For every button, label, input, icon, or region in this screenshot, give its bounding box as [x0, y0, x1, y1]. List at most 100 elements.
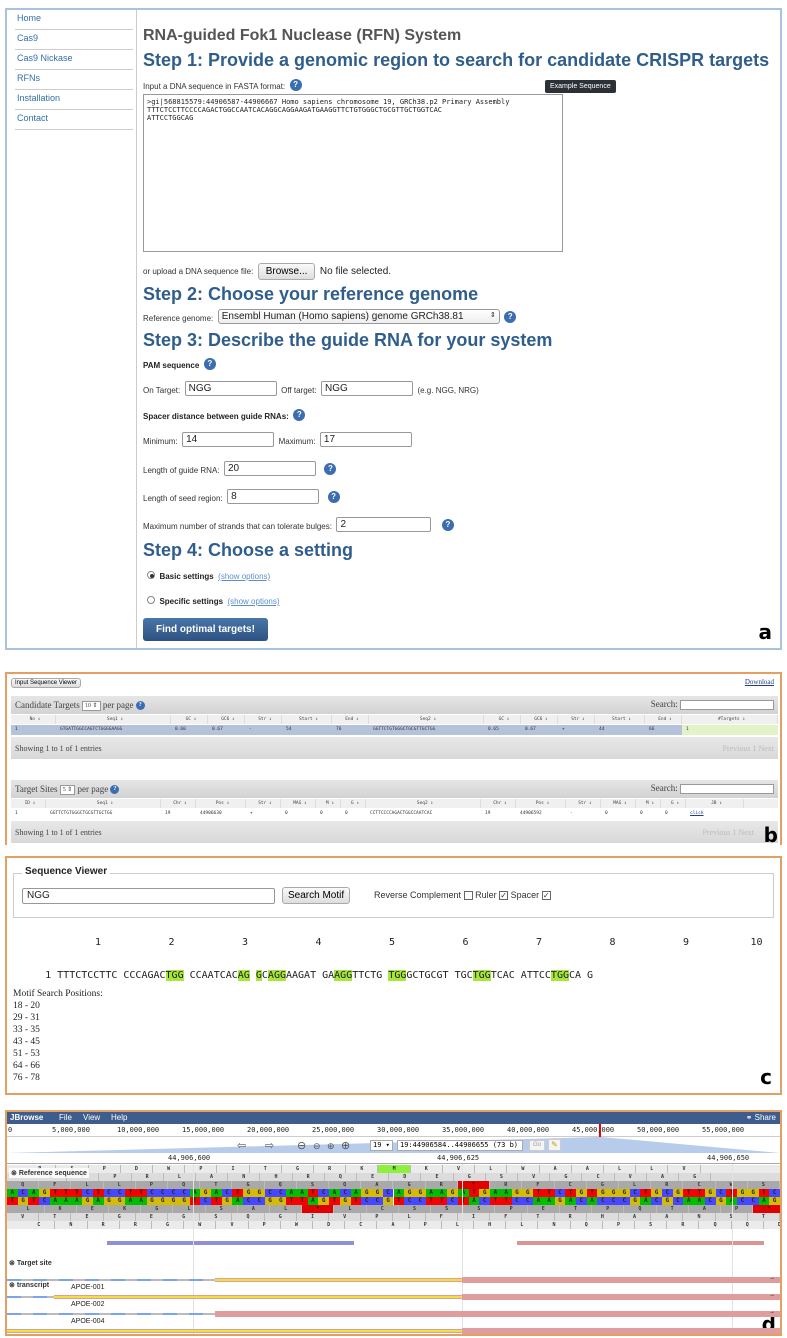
basic-show-options-link[interactable]: (show options) [218, 572, 270, 581]
column-header-seq2[interactable]: Seq2 ⇕ [369, 715, 484, 724]
specific-show-options-link[interactable]: (show options) [227, 597, 279, 606]
column-header-end[interactable]: End ⇕ [332, 715, 369, 724]
specific-settings-radio[interactable] [147, 595, 155, 604]
pan-right-icon[interactable]: ⇨ [265, 1139, 274, 1152]
go-button[interactable]: Go [529, 1140, 546, 1151]
column-header-str[interactable]: Str ⇕ [245, 715, 282, 724]
find-targets-button[interactable]: Find optimal targets! [143, 618, 268, 641]
transcript-label[interactable]: APOE-005 [71, 1335, 104, 1336]
transcript-utr[interactable] [7, 1329, 462, 1333]
target-site-feature[interactable] [107, 1241, 354, 1245]
column-header-g[interactable]: G ⇕ [661, 799, 686, 808]
reverse-complement-checkbox[interactable] [463, 891, 473, 901]
zoom-in-icon[interactable]: ⊕ [327, 1141, 335, 1152]
column-header-gc6[interactable]: GC6 ⇕ [208, 715, 245, 724]
location-input[interactable]: 19:44906584..44906655 (73 b) [397, 1140, 523, 1151]
sidebar-item-installation[interactable]: Installation [15, 90, 133, 110]
column-header-chr[interactable]: Chr ⇕ [161, 799, 196, 808]
help-icon[interactable]: ? [289, 78, 302, 91]
candidate-per-page-select[interactable]: 10 ⇕ [82, 700, 101, 711]
ruler-checkbox[interactable]: ✓ [499, 891, 509, 901]
download-link[interactable]: Download [745, 678, 774, 686]
spacer-checkbox[interactable]: ✓ [541, 891, 551, 901]
sidebar-item-rfns[interactable]: RFNs [15, 70, 133, 90]
help-icon[interactable]: ? [203, 357, 216, 370]
transcript-intron[interactable] [7, 1296, 54, 1298]
chromosome-select[interactable]: 19 ▾ [370, 1140, 393, 1151]
browse-button[interactable]: Browse... [257, 263, 316, 280]
example-sequence-button[interactable]: Example Sequence [545, 80, 616, 93]
column-header-str[interactable]: Str ⇕ [566, 799, 601, 808]
help-icon[interactable]: ? [327, 490, 340, 503]
transcript-utr[interactable] [215, 1278, 462, 1282]
track-close-icon[interactable]: ⊗ [9, 1282, 15, 1289]
column-header-no[interactable]: No ⇕ [11, 715, 56, 724]
min-input[interactable]: 14 [182, 432, 275, 448]
sidebar-item-home[interactable]: Home [15, 10, 133, 30]
help-icon[interactable]: ? [504, 310, 517, 323]
on-target-input[interactable]: NGG [184, 381, 277, 397]
transcript-label[interactable]: APOE-001 [71, 1284, 104, 1291]
help-icon[interactable]: ? [110, 785, 120, 795]
guide-length-input[interactable]: 20 [223, 461, 316, 477]
column-header-gc6[interactable]: GC6 ⇕ [521, 715, 558, 724]
column-header-chr[interactable]: Chr ⇕ [481, 799, 516, 808]
table-row[interactable]: 1 GGTTCTGTGGGCTGCGTTGCTGG 19 44906630 +0 0 0 CC… [11, 809, 778, 819]
motif-input[interactable]: NGG [22, 888, 275, 904]
seed-length-input[interactable]: 8 [227, 489, 320, 505]
transcript-track-label[interactable]: ⊗ transcript [9, 1281, 49, 1289]
column-header-gc[interactable]: GC ⇕ [171, 715, 208, 724]
reference-track-label[interactable]: ⊗ Reference sequence [9, 1168, 89, 1178]
sidebar-item-cas9-nickase[interactable]: Cas9 Nickase [15, 50, 133, 70]
column-header-pos[interactable]: Pos ⇕ [196, 799, 246, 808]
zoom-out-icon[interactable]: ⊖ [313, 1141, 321, 1152]
transcript-exon[interactable] [215, 1311, 780, 1317]
transcript-intron[interactable] [7, 1279, 215, 1281]
help-icon[interactable]: ? [293, 408, 306, 421]
menu-view[interactable]: View [83, 1113, 100, 1122]
column-header-m[interactable]: M ⇕ [636, 799, 661, 808]
transcript-exon[interactable] [462, 1328, 780, 1334]
column-header-jb[interactable]: JB ⇕ [686, 799, 744, 808]
column-header-start[interactable]: Start ⇕ [282, 715, 332, 724]
target-prev-button[interactable]: Previous [702, 828, 730, 837]
column-header-start[interactable]: Start ⇕ [595, 715, 645, 724]
jbrowse-click-link[interactable]: click [686, 809, 744, 819]
candidate-search-input[interactable] [680, 699, 774, 710]
input-sequence-viewer-button[interactable]: Input Sequence Viewer [11, 678, 81, 688]
column-header-mag[interactable]: MAG ⇕ [601, 799, 636, 808]
track-close-icon[interactable]: ⊗ [9, 1260, 15, 1267]
column-header-str[interactable]: Str ⇕ [558, 715, 595, 724]
sidebar-item-contact[interactable]: Contact [15, 110, 133, 130]
transcript-utr[interactable] [54, 1295, 462, 1299]
transcript-exon[interactable] [462, 1294, 780, 1300]
target-page-1[interactable]: 1 [732, 828, 736, 837]
genome-select[interactable]: Ensembl Human (Homo sapiens) genome GRCh… [217, 309, 500, 325]
table-row[interactable]: 1 GTGATTGGCCAGTCTGGGGAAGG 0.60 0.67 - 54 76 GGT… [11, 725, 778, 735]
menu-help[interactable]: Help [111, 1113, 127, 1122]
chromosome-overview[interactable]: 0 5,000,000 10,000,000 15,000,000 20,000,000… [7, 1124, 780, 1137]
help-icon[interactable]: ? [324, 462, 337, 475]
column-header-seq1[interactable]: Seq1 ⇕ [56, 715, 171, 724]
search-motif-button[interactable]: Search Motif [282, 887, 351, 904]
transcript-intron[interactable] [7, 1313, 215, 1315]
basic-settings-radio[interactable] [147, 570, 155, 579]
target-next-button[interactable]: Next [738, 828, 754, 837]
column-header-mag[interactable]: MAG ⇕ [281, 799, 316, 808]
fasta-textarea[interactable]: >gi|568815579:44906587-44906667 Homo sap… [143, 94, 563, 252]
candidate-next-button[interactable]: Next [758, 744, 774, 753]
transcript-label[interactable]: APOE-002 [71, 1301, 104, 1308]
max-input[interactable]: 17 [319, 432, 412, 448]
transcript-exon[interactable] [462, 1277, 780, 1283]
target-search-input[interactable] [680, 783, 774, 794]
column-header-end[interactable]: End ⇕ [645, 715, 682, 724]
highlight-icon[interactable]: ✎ [548, 1139, 561, 1151]
share-button[interactable]: ⚭ Share [746, 1113, 776, 1122]
menu-file[interactable]: File [59, 1113, 72, 1122]
target-per-page-select[interactable]: 5 ⇕ [59, 784, 76, 795]
column-header-str[interactable]: Str ⇕ [246, 799, 281, 808]
column-header-gc[interactable]: GC ⇕ [484, 715, 521, 724]
help-icon[interactable]: ? [135, 701, 145, 711]
target-site-feature[interactable] [517, 1241, 764, 1245]
help-icon[interactable]: ? [441, 518, 454, 531]
